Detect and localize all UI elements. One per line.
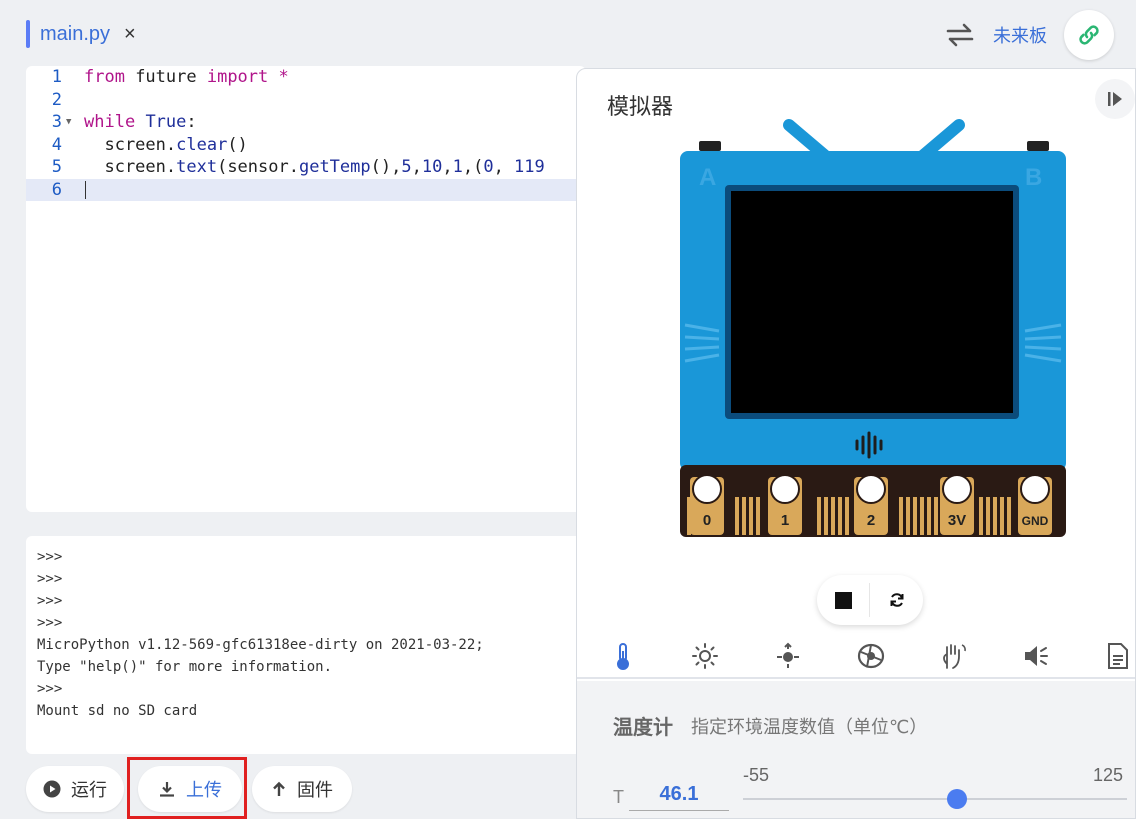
- code-editor[interactable]: 1 from future import * 2 3 ▼ while True: 4 scr…: [26, 66, 586, 512]
- pin-label: 1: [781, 512, 789, 529]
- code-text: from future import *: [84, 67, 289, 87]
- console-line: Type "help()" for more information.: [37, 659, 333, 675]
- simulator-panel: 模拟器 A B 0 1 2 3V GND 温度计 指定环境温度数值（单位℃） T…: [576, 68, 1136, 819]
- slider-min-label: -55: [743, 765, 770, 785]
- collapse-icon: [1108, 92, 1122, 106]
- pin-hole: [1020, 474, 1050, 504]
- button-a-label: A: [699, 164, 716, 191]
- refresh-icon: [890, 593, 903, 607]
- code-line[interactable]: 5 screen.text(sensor.getTemp(),5,10,1,(0…: [26, 156, 586, 178]
- line-number: 4: [51, 134, 62, 155]
- code-line[interactable]: 6: [26, 178, 586, 201]
- pin-label: 2: [867, 512, 875, 529]
- speaker-icon[interactable]: [1021, 641, 1051, 671]
- reset-button[interactable]: [870, 575, 923, 625]
- pin-hole: [942, 474, 972, 504]
- top-bar: main.py × 未来板: [0, 0, 1136, 66]
- pin-hole: [692, 474, 722, 504]
- board-image: A B 0 1 2 3V GND: [680, 119, 1066, 537]
- console-line: >>>: [37, 615, 63, 631]
- line-number: 5: [51, 157, 62, 177]
- light-sun-icon[interactable]: [690, 641, 720, 671]
- code-line[interactable]: 2: [26, 89, 586, 111]
- line-number: 2: [51, 89, 62, 110]
- code-text: screen.text(sensor.getTemp(),5,10,1,(0, …: [84, 157, 545, 177]
- console-line: >>>: [37, 571, 63, 587]
- upload-highlight-box: [127, 757, 247, 819]
- compass-icon[interactable]: [856, 641, 886, 671]
- sensor-panel: 温度计 指定环境温度数值（单位℃） T 46.1 -55 125: [577, 681, 1135, 818]
- code-line[interactable]: 1 from future import *: [26, 66, 586, 88]
- close-icon[interactable]: ×: [124, 24, 136, 44]
- run-button[interactable]: 运行: [26, 766, 124, 812]
- console-line: Mount sd no SD card: [37, 703, 198, 719]
- temperature-slider[interactable]: [743, 798, 1127, 800]
- slider-thumb[interactable]: [947, 789, 967, 809]
- code-line[interactable]: 4 screen.clear(): [26, 134, 586, 156]
- simulator-title: 模拟器: [607, 95, 674, 120]
- code-text: screen.clear(): [84, 134, 248, 155]
- tab-filename[interactable]: main.py: [40, 23, 110, 46]
- stop-button[interactable]: [817, 575, 870, 625]
- line-number: 1: [51, 67, 62, 87]
- sensor-description: 指定环境温度数值（单位℃）: [691, 717, 928, 738]
- pin-label: 3V: [948, 512, 966, 529]
- button-a-cap[interactable]: [699, 141, 721, 151]
- slider-max-label: 125: [1093, 765, 1124, 785]
- pin-hole: [856, 474, 886, 504]
- button-b-label: B: [1025, 164, 1042, 191]
- code-text: while True:: [84, 112, 197, 132]
- firmware-label: 固件: [297, 780, 333, 801]
- code-line[interactable]: 3 ▼ while True:: [26, 111, 586, 133]
- console-line: >>>: [37, 593, 63, 609]
- connect-button[interactable]: [1064, 10, 1114, 60]
- link-icon: [1079, 25, 1099, 45]
- joystick-icon[interactable]: [773, 641, 803, 671]
- sensor-tabs: [577, 635, 1135, 679]
- swap-icon[interactable]: [944, 22, 976, 48]
- board-select[interactable]: 未来板: [993, 22, 1047, 48]
- pin-label: 0: [703, 512, 711, 529]
- console-line: MicroPython v1.12-569-gfc61318ee-dirty o…: [37, 637, 484, 653]
- thermometer-icon[interactable]: [608, 641, 638, 671]
- console-output[interactable]: >>> >>> >>> >>> MicroPython v1.12-569-gfc613…: [26, 536, 586, 754]
- ide-window: main.py × 未来板 1 from future import * 2 3 ▼ wh…: [0, 0, 1136, 819]
- pin-hole: [770, 474, 800, 504]
- file-tab[interactable]: main.py ×: [26, 18, 136, 50]
- line-number: 6: [51, 179, 62, 200]
- run-label: 运行: [71, 780, 107, 801]
- gesture-hand-icon[interactable]: [938, 641, 968, 671]
- console-line: >>>: [37, 681, 63, 697]
- tab-accent: [26, 20, 30, 48]
- file-icon[interactable]: [1103, 641, 1133, 671]
- firmware-button[interactable]: 固件: [252, 766, 352, 812]
- play-icon: [43, 780, 61, 798]
- text-cursor: [85, 180, 86, 199]
- pin-label: GND: [1022, 514, 1049, 528]
- upload-arrow-icon: [273, 781, 285, 796]
- sim-controls: [817, 575, 923, 625]
- screen-display: [731, 191, 1013, 413]
- collapse-panel-button[interactable]: [1095, 79, 1135, 119]
- button-b-cap[interactable]: [1027, 141, 1049, 151]
- temperature-input[interactable]: 46.1: [629, 783, 729, 811]
- temperature-field-label: T: [613, 787, 624, 807]
- console-line: >>>: [37, 549, 63, 565]
- line-number: 3: [51, 112, 62, 132]
- fold-toggle-icon[interactable]: ▼: [66, 111, 71, 133]
- sensor-name: 温度计: [613, 715, 673, 739]
- stop-icon: [835, 591, 852, 609]
